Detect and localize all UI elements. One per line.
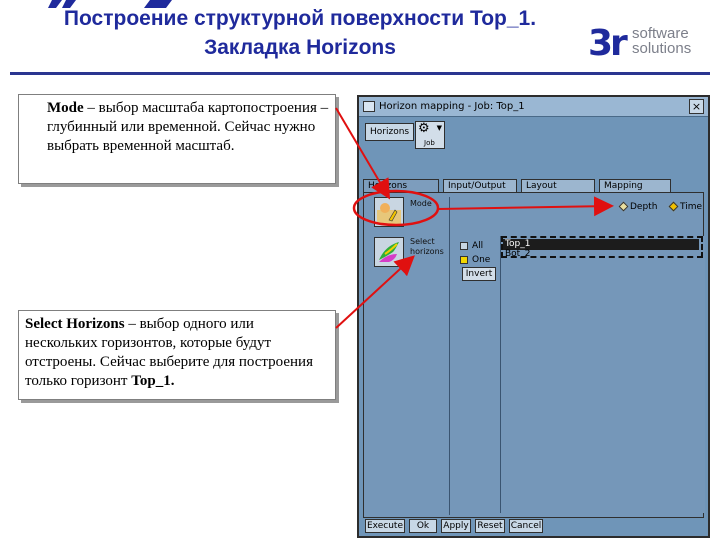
slide-title: Построение структурной поверхности Top_1… xyxy=(0,4,600,62)
horizons-layers-icon xyxy=(379,242,399,262)
cancel-button[interactable]: Cancel xyxy=(509,519,543,533)
horizons-tab-panel: Mode Depth Time Select horizons All One … xyxy=(363,192,705,518)
mode-depth-radio[interactable]: Depth xyxy=(618,201,658,213)
tab-bar: Horizons Input/Output Layout Mapping xyxy=(363,179,703,193)
mode-time-radio[interactable]: Time xyxy=(668,201,703,213)
callout-select-term2: Top_1. xyxy=(131,373,175,389)
horizon-item-bot2[interactable]: Bot_2 xyxy=(503,249,530,260)
check-one[interactable]: One xyxy=(460,255,490,265)
logo-text: software solutions xyxy=(632,26,691,56)
window-titlebar[interactable]: Horizon mapping - Job: Top_1 × xyxy=(359,97,708,117)
check-all-label: All xyxy=(472,241,484,251)
reset-button[interactable]: Reset xyxy=(475,519,505,533)
check-all[interactable]: All xyxy=(460,241,483,251)
horizon-item-top1[interactable]: Top_1 xyxy=(503,239,699,250)
job-button-label: Job xyxy=(424,139,435,147)
ok-button[interactable]: Ok xyxy=(409,519,437,533)
radio-depth-indicator xyxy=(618,201,629,212)
action-button-bar: Execute Ok Apply Reset Cancel xyxy=(363,519,704,533)
mode-time-label: Time xyxy=(680,202,703,212)
tab-mapping[interactable]: Mapping xyxy=(599,179,671,193)
check-all-box xyxy=(460,241,468,250)
window-title: Horizon mapping - Job: Top_1 xyxy=(379,101,525,112)
tab-layout[interactable]: Layout xyxy=(521,179,595,193)
apply-button[interactable]: Apply xyxy=(441,519,471,533)
radio-time-indicator xyxy=(668,201,679,212)
horizon-list[interactable]: Top_1 Bot_2 xyxy=(500,236,705,513)
logo-text-line1: software xyxy=(632,25,689,42)
logo-mark: 3r xyxy=(588,23,628,64)
select-horizons-label-line1: Select xyxy=(410,237,435,246)
execute-button[interactable]: Execute xyxy=(365,519,405,533)
check-one-box xyxy=(460,255,468,264)
tab-horizons[interactable]: Horizons xyxy=(363,179,439,193)
invert-button[interactable]: Invert xyxy=(462,267,496,281)
window-app-icon xyxy=(363,101,375,112)
callout-mode: Mode – выбор масштаба картопостроения – … xyxy=(18,94,336,184)
horizon-mapping-window: Horizon mapping - Job: Top_1 × Horizons … xyxy=(357,95,710,538)
select-horizons-label: Select horizons xyxy=(410,237,444,257)
logo-text-line2: solutions xyxy=(632,40,692,57)
callout-mode-term: Mode xyxy=(47,100,84,116)
job-menu-button[interactable]: ⚙ ▼ Job xyxy=(415,121,445,149)
company-logo: 3r software solutions xyxy=(588,22,714,62)
window-close-button[interactable]: × xyxy=(689,99,704,114)
dropdown-arrow-icon: ▼ xyxy=(436,124,442,132)
select-horizons-label-line2: horizons xyxy=(410,247,444,256)
tab-input-output[interactable]: Input/Output xyxy=(443,179,517,193)
callout-mode-text: – выбор масштаба картопостроения – глуби… xyxy=(47,100,329,154)
gear-icon: ⚙ xyxy=(418,121,430,136)
check-one-label: One xyxy=(472,255,491,265)
title-divider xyxy=(10,72,710,75)
mode-icon[interactable] xyxy=(374,197,404,227)
mode-depth-label: Depth xyxy=(630,202,658,212)
mode-label: Mode xyxy=(410,199,432,208)
horizons-toolbar-button[interactable]: Horizons xyxy=(365,123,415,141)
callout-select-horizons: Select Horizons – выбор одного или неско… xyxy=(18,310,336,400)
slide-title-line2: Закладка Horizons xyxy=(204,36,396,59)
slide-title-line1: Построение структурной поверхности Top_1… xyxy=(63,7,537,30)
callout-select-term: Select Horizons xyxy=(25,316,125,332)
select-horizons-icon[interactable] xyxy=(374,237,404,267)
hand-pointer-icon xyxy=(377,203,401,224)
